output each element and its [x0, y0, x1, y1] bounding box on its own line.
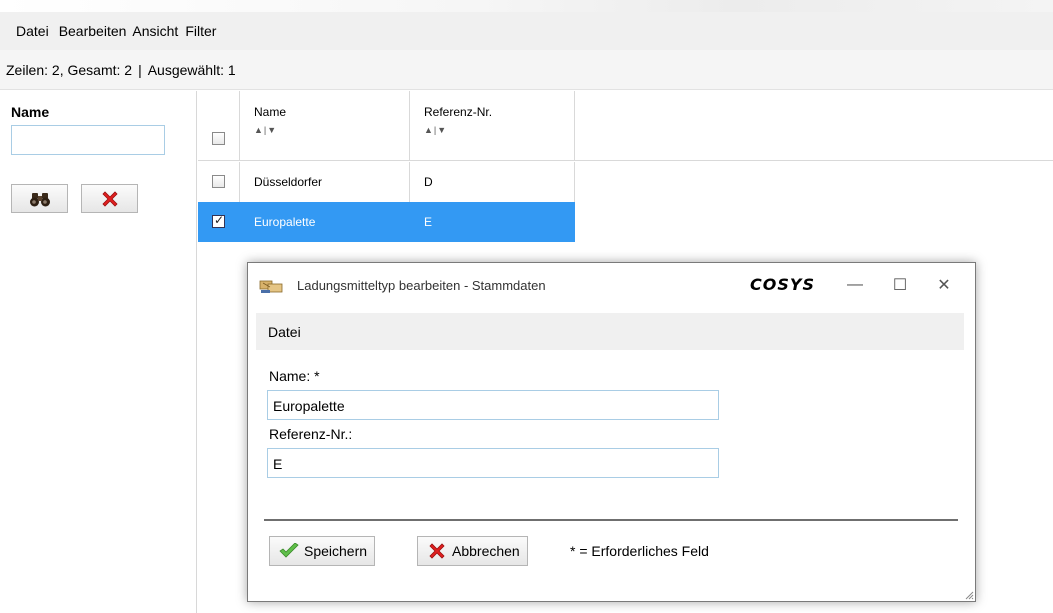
header-checkbox-cell [198, 91, 240, 161]
save-label: Speichern [304, 543, 368, 559]
filter-name-label: Name [11, 104, 50, 120]
name-field-label: Name: * [269, 368, 320, 384]
table-row-selected[interactable]: Europalette E [198, 202, 575, 242]
row-checkbox[interactable] [212, 175, 225, 188]
filter-name-input[interactable] [11, 125, 165, 155]
dialog-title: Ladungsmitteltyp bearbeiten - Stammdaten [297, 278, 546, 293]
status-bar: Zeilen: 2, Gesamt: 2 | Ausgewählt: 1 [0, 50, 1053, 90]
edit-dialog: Ladungsmitteltyp bearbeiten - Stammdaten… [247, 262, 976, 602]
selected-count-text: Ausgewählt: 1 [147, 61, 236, 78]
column-header-name[interactable]: Name ▲|▼ [241, 91, 410, 161]
dialog-divider [264, 519, 958, 521]
name-field[interactable]: Europalette [267, 390, 719, 420]
row-checkbox-cell [198, 162, 240, 202]
required-field-note: * = Erforderliches Feld [570, 543, 709, 559]
cell-referenz: E [411, 202, 575, 242]
grid-header: Name ▲|▼ Referenz-Nr. ▲|▼ [198, 91, 1053, 161]
dialog-menu-bar: Datei [256, 313, 964, 350]
cell-name: Europalette [241, 202, 410, 242]
minimize-button[interactable]: — [843, 273, 867, 297]
pallet-icon [259, 280, 283, 293]
maximize-button[interactable]: ☐ [888, 273, 912, 297]
resize-grip-icon[interactable] [964, 590, 974, 600]
row-count-text: Zeilen: 2, Gesamt: 2 [6, 61, 133, 78]
binoculars-icon [29, 192, 50, 206]
cancel-button[interactable]: Abbrechen [417, 536, 528, 566]
column-referenz-label: Referenz-Nr. [424, 105, 493, 119]
row-checkbox-cell [198, 202, 240, 242]
cosys-logo: COSYS [750, 275, 815, 294]
row-checkbox-checked[interactable] [212, 213, 225, 228]
save-button[interactable]: Speichern [269, 536, 376, 566]
sort-toggle-icon[interactable]: ▲|▼ [424, 125, 574, 135]
status-separator: | [138, 61, 142, 78]
menu-filter[interactable]: Filter [185, 23, 216, 39]
dialog-menu-datei[interactable]: Datei [268, 324, 301, 340]
menu-bar: Datei Bearbeiten Ansicht Filter [0, 12, 1053, 50]
cell-name: Düsseldorfer [241, 162, 410, 202]
referenz-field[interactable]: E [267, 448, 719, 478]
select-all-checkbox[interactable] [212, 132, 225, 145]
filter-panel: Name [0, 91, 197, 613]
red-x-icon [101, 190, 118, 207]
cancel-label: Abbrechen [452, 543, 520, 559]
clear-filter-button[interactable] [81, 184, 138, 213]
menu-ansicht[interactable]: Ansicht [132, 23, 178, 39]
cell-referenz: D [411, 162, 575, 202]
close-button[interactable]: ✕ [932, 273, 956, 297]
sort-toggle-icon[interactable]: ▲|▼ [254, 125, 409, 135]
column-header-referenz[interactable]: Referenz-Nr. ▲|▼ [411, 91, 575, 161]
dialog-title-bar[interactable]: Ladungsmitteltyp bearbeiten - Stammdaten… [248, 263, 975, 309]
window-top-strip [0, 0, 1053, 12]
menu-bearbeiten[interactable]: Bearbeiten [59, 23, 127, 39]
search-button[interactable] [11, 184, 68, 213]
red-x-icon [429, 543, 445, 559]
column-name-label: Name [254, 105, 287, 119]
menu-datei[interactable]: Datei [16, 23, 49, 39]
checkmark-icon [279, 543, 299, 558]
referenz-field-label: Referenz-Nr.: [269, 426, 353, 442]
table-row[interactable]: Düsseldorfer D [198, 162, 575, 202]
